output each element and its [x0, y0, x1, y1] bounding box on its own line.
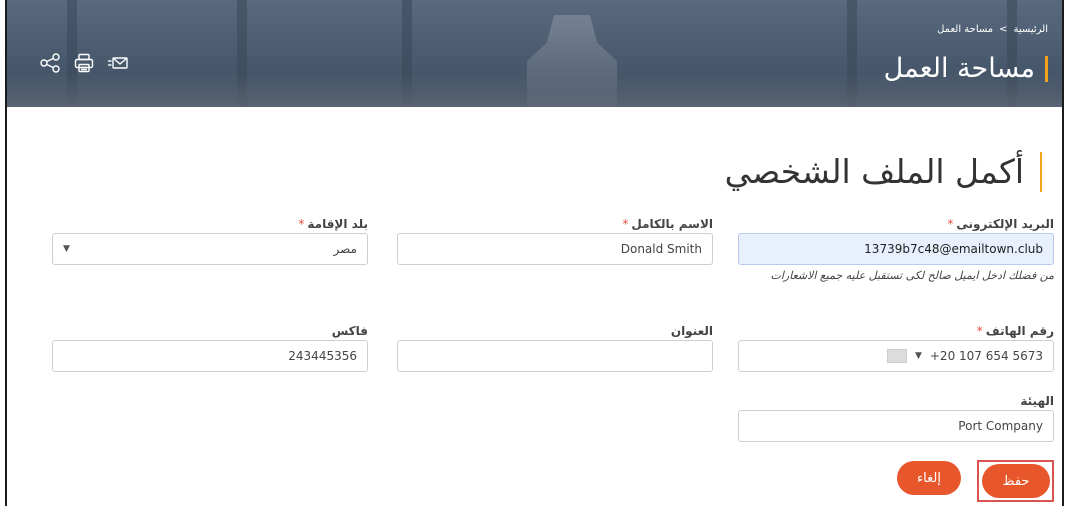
country-field-group: بلد الإقامة* مصر ▼	[52, 216, 368, 265]
breadcrumb: الرئيسية > مساحة العمل	[937, 24, 1048, 35]
email-icon[interactable]	[107, 52, 129, 74]
banner-actions	[39, 52, 129, 74]
phone-input-value: +20 107 654 5673	[929, 349, 1043, 363]
full-name-input-value: Donald Smith	[620, 242, 702, 256]
email-label: البريد الإلكترونى*	[947, 217, 1054, 231]
cancel-button[interactable]: إلغاء	[897, 461, 961, 495]
phone-label: رقم الهاتف*	[976, 324, 1054, 338]
address-label: العنوان	[670, 324, 713, 338]
full-name-field-group: الاسم بالكامل* Donald Smith	[397, 216, 713, 265]
required-marker: *	[976, 324, 983, 338]
address-input[interactable]	[397, 340, 713, 372]
phone-input[interactable]: +20 107 654 5673 ▼	[738, 340, 1054, 372]
address-field-group: العنوان	[397, 323, 713, 372]
full-name-label: الاسم بالكامل*	[622, 217, 713, 231]
print-icon[interactable]	[73, 52, 95, 74]
organization-label: الهيئة	[1020, 394, 1054, 408]
chevron-down-icon[interactable]: ▼	[915, 351, 922, 361]
email-input[interactable]: 13739b7c48@emailtown.club	[738, 233, 1054, 265]
required-marker: *	[298, 217, 305, 231]
country-select-value: مصر	[333, 242, 357, 256]
section-title-text: أكمل الملف الشخصي	[724, 152, 1024, 191]
country-select[interactable]: مصر ▼	[52, 233, 368, 265]
fax-input[interactable]: 243445356	[52, 340, 368, 372]
share-icon[interactable]	[39, 52, 61, 74]
organization-field-group: الهيئة Port Company	[738, 393, 1054, 442]
breadcrumb-current: مساحة العمل	[937, 24, 994, 35]
required-marker: *	[947, 217, 954, 231]
breadcrumb-separator: >	[999, 24, 1008, 35]
page-banner: الرئيسية > مساحة العمل مساحة العمل	[7, 0, 1062, 107]
organization-input[interactable]: Port Company	[738, 410, 1054, 442]
page-title: مساحة العمل	[884, 52, 1048, 86]
phone-field-group: رقم الهاتف* +20 107 654 5673 ▼	[738, 323, 1054, 372]
fax-field-group: فاكس 243445356	[52, 323, 368, 372]
page-title-text: مساحة العمل	[883, 53, 1035, 84]
title-accent-bar	[1045, 56, 1048, 82]
country-label: بلد الإقامة*	[298, 217, 368, 231]
fax-label: فاكس	[331, 324, 368, 338]
country-flag-icon[interactable]	[886, 349, 907, 363]
full-name-input[interactable]: Donald Smith	[397, 233, 713, 265]
app-frame: الرئيسية > مساحة العمل مساحة العمل أكمل …	[5, 0, 1064, 506]
email-field-group: البريد الإلكترونى* 13739b7c48@emailtown.…	[738, 216, 1054, 284]
breadcrumb-home-link[interactable]: الرئيسية	[1014, 24, 1048, 35]
required-marker: *	[622, 217, 629, 231]
save-button[interactable]: حفظ	[982, 464, 1050, 498]
section-accent-bar	[1040, 152, 1042, 192]
organization-input-value: Port Company	[958, 419, 1043, 433]
email-input-value: 13739b7c48@emailtown.club	[864, 242, 1043, 256]
section-heading: أكمل الملف الشخصي	[725, 150, 1042, 194]
fax-input-value: 243445356	[288, 349, 357, 363]
email-help-text: من فضلك ادخل ايميل صالح لكى تستقبل عليه …	[770, 269, 1055, 282]
chevron-down-icon[interactable]: ▼	[63, 244, 70, 254]
